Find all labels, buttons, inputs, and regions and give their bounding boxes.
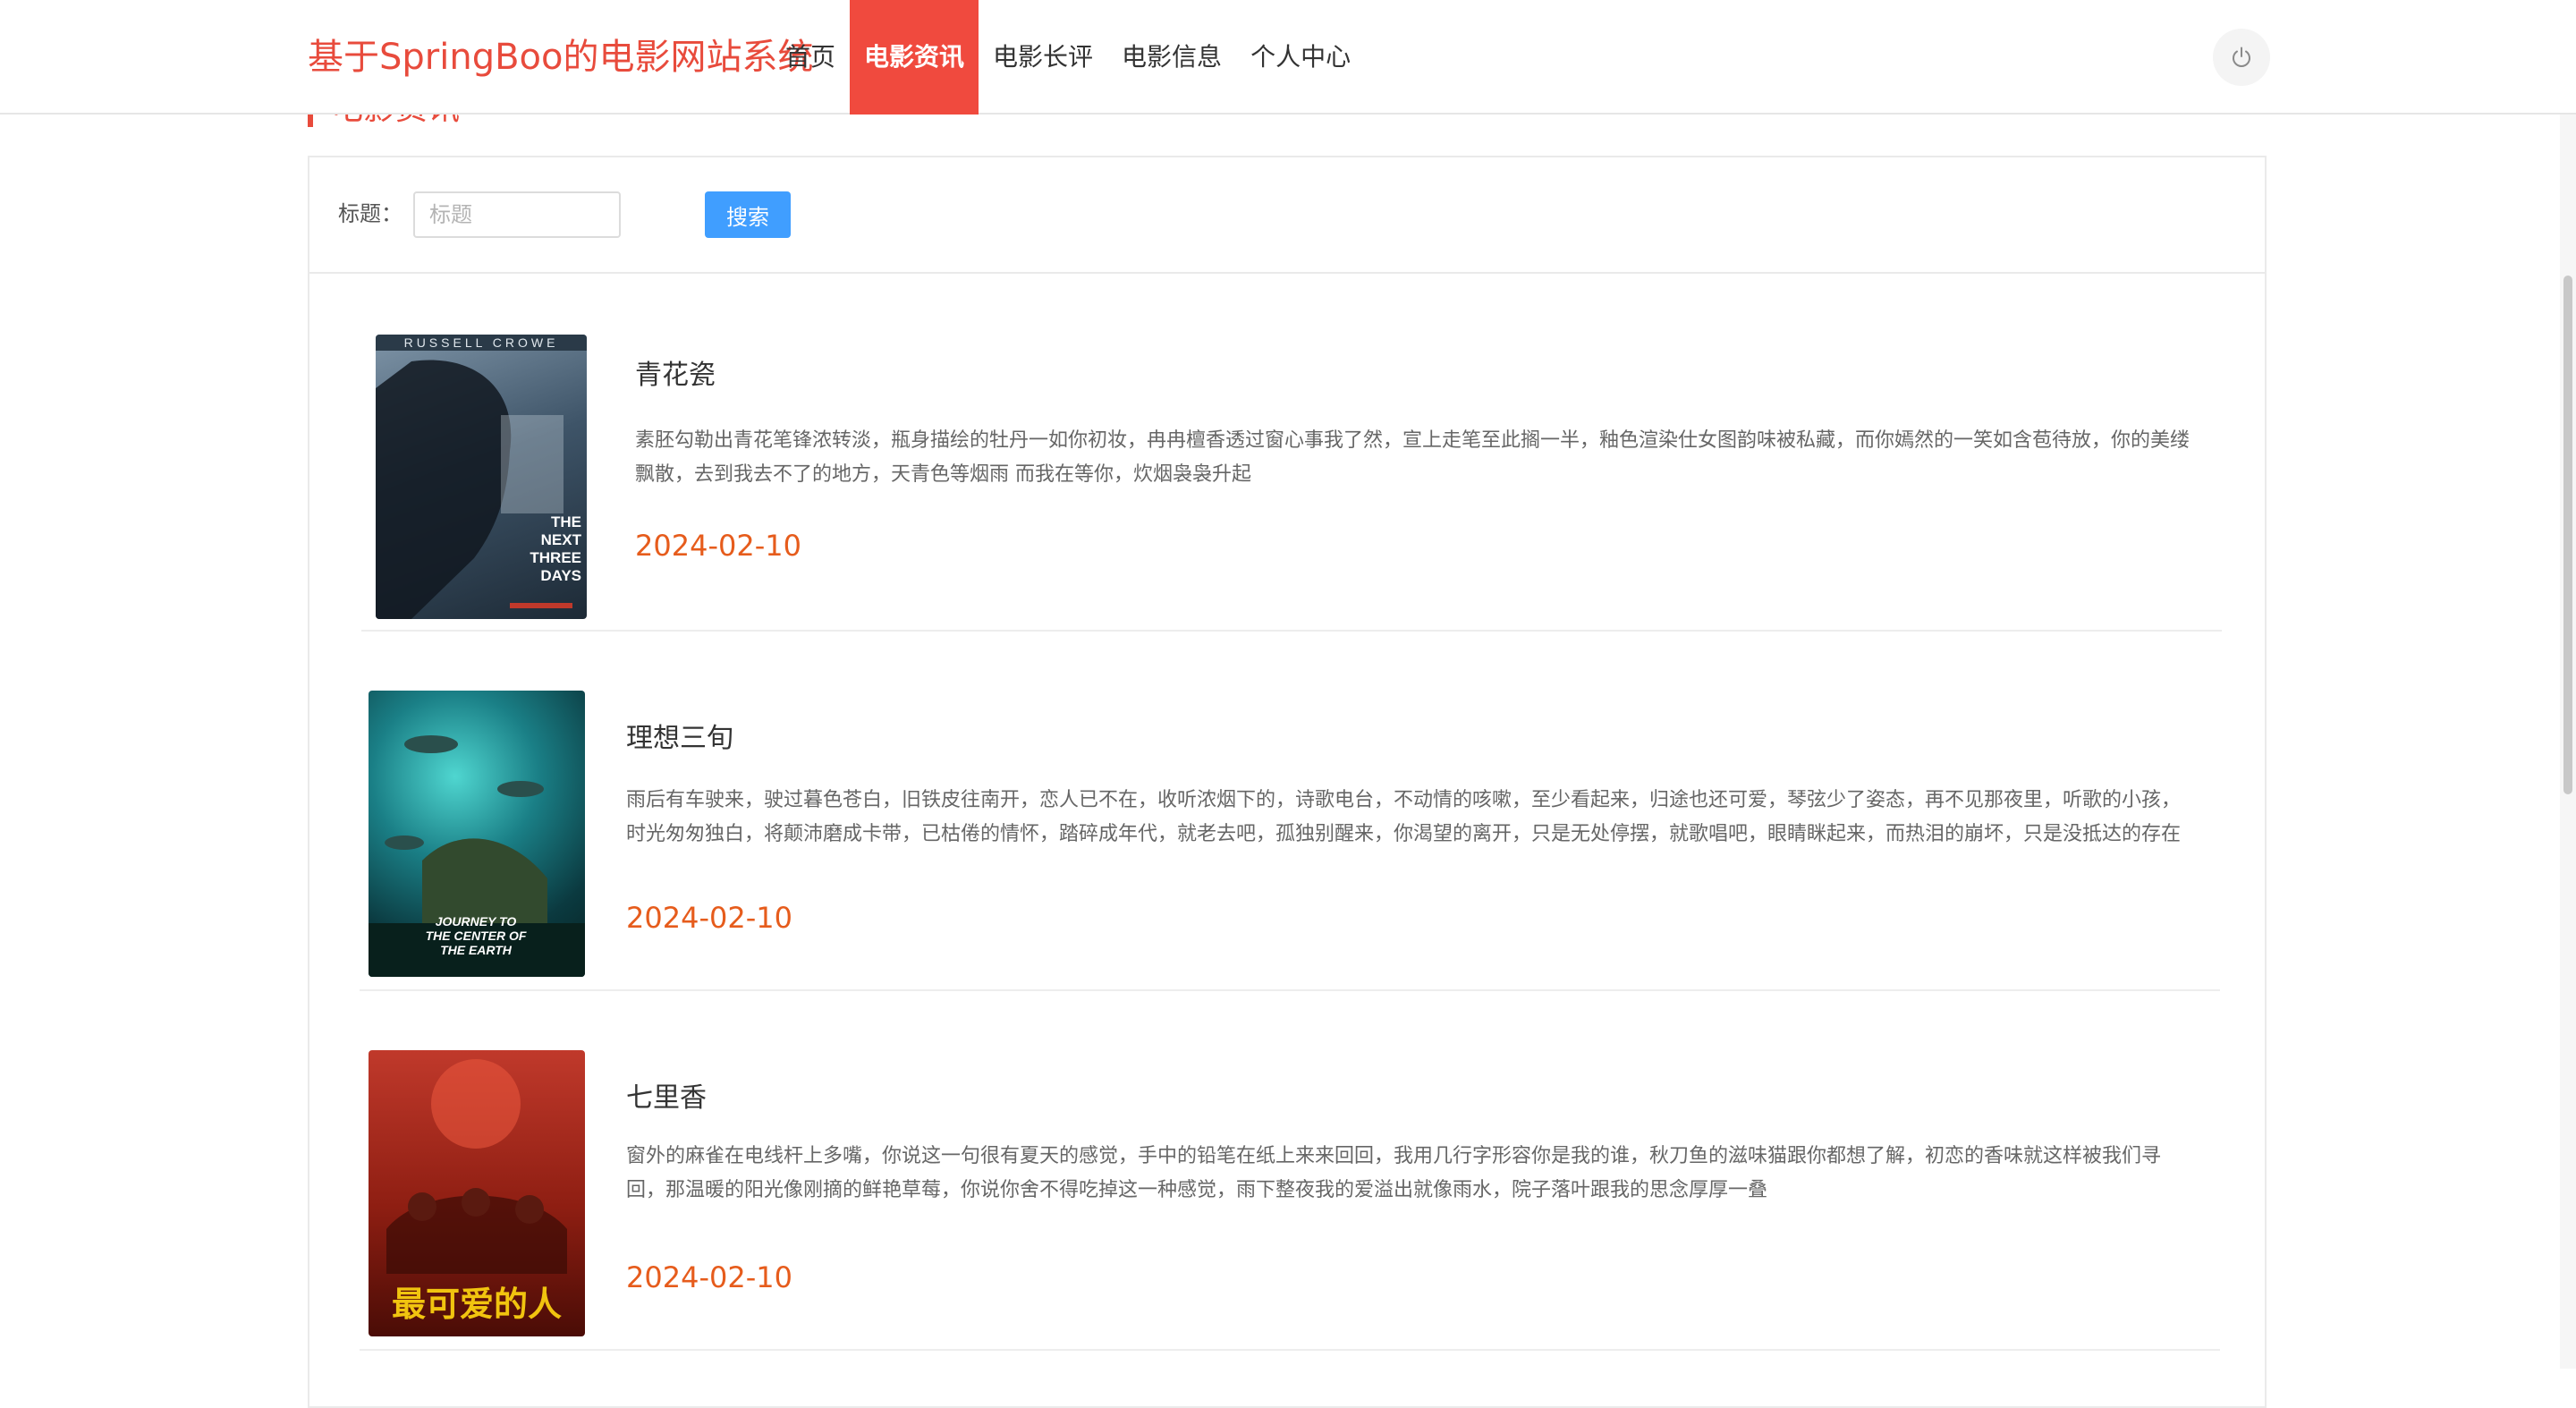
news-summary: 雨后有车驶来，驶过暮色苍白，旧铁皮往南开，恋人已不在，收听浓烟下的，诗歌电台，不… [626, 789, 2182, 845]
power-icon [2233, 47, 2250, 67]
search-title-label: 标题： [338, 201, 402, 226]
news-poster-image[interactable]: 最可爱的人 [369, 1050, 585, 1336]
poster-caption-title: 最可爱的人 [391, 1284, 562, 1324]
search-bar: 标题： 搜索 [309, 157, 2265, 274]
news-item[interactable]: RUSSELL CROWE THE NEXT THREE DAYS 青花瓷 素胚… [361, 274, 2222, 632]
nav-item-movie-info[interactable]: 电影信息 [1107, 0, 1236, 115]
search-title-input[interactable] [413, 191, 621, 238]
search-button[interactable]: 搜索 [705, 191, 791, 238]
news-poster-image[interactable]: RUSSELL CROWE THE NEXT THREE DAYS [376, 335, 587, 619]
site-brand[interactable]: 基于SpringBoo的电影网站系统 [308, 0, 813, 115]
news-summary: 窗外的麻雀在电线杆上多嘴，你说这一句很有夏天的感觉，手中的铅笔在纸上来来回回，我… [626, 1145, 2162, 1201]
top-navbar: 基于SpringBoo的电影网站系统 首页 电影资讯 电影长评 电影信息 个人中… [0, 0, 2576, 115]
news-title[interactable]: 青花瓷 [635, 358, 716, 394]
poster-caption-top: RUSSELL CROWE [403, 335, 559, 350]
poster-caption-title: THE NEXT THREE DAYS [530, 513, 581, 584]
page-scrollbar[interactable] [2560, 115, 2576, 1369]
news-item[interactable]: JOURNEY TO THE CENTER OF THE EARTH 理想三旬 … [360, 633, 2220, 991]
scrollbar-thumb[interactable] [2563, 276, 2572, 794]
nav-item-movie-reviews[interactable]: 电影长评 [979, 0, 1107, 115]
main-nav: 首页 电影资讯 电影长评 电影信息 个人中心 [780, 0, 1365, 115]
logout-button[interactable] [2213, 29, 2270, 86]
poster-caption-title: JOURNEY TO THE CENTER OF THE EARTH [425, 914, 527, 957]
news-summary: 素胚勾勒出青花笔锋浓转淡，瓶身描绘的牡丹一如你初妆，冉冉檀香透过窗心事我了然，宣… [635, 429, 2190, 486]
news-title[interactable]: 七里香 [626, 1081, 707, 1116]
nav-item-personal-center[interactable]: 个人中心 [1236, 0, 1365, 115]
news-panel: 标题： 搜索 RUSSELL CROWE THE NEXT THREE DAYS… [308, 156, 2267, 1408]
nav-item-home[interactable]: 首页 [780, 0, 850, 115]
news-date: 2024-02-10 [626, 901, 792, 935]
nav-item-movie-news[interactable]: 电影资讯 [850, 0, 979, 115]
news-date: 2024-02-10 [626, 1260, 792, 1294]
news-item[interactable]: 最可爱的人 七里香 窗外的麻雀在电线杆上多嘴，你说这一句很有夏天的感觉，手中的铅… [360, 993, 2220, 1351]
news-title[interactable]: 理想三旬 [626, 721, 733, 757]
news-poster-image[interactable]: JOURNEY TO THE CENTER OF THE EARTH [369, 691, 585, 977]
news-date: 2024-02-10 [635, 529, 801, 563]
